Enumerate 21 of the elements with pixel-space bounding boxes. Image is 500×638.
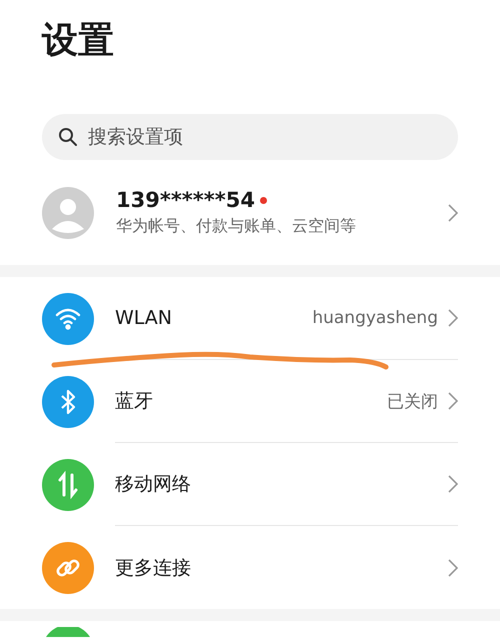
settings-item[interactable]: 移动网络 bbox=[0, 443, 500, 526]
search-field[interactable]: 搜索设置项 bbox=[42, 114, 458, 160]
item-value: 已关闭 bbox=[387, 390, 438, 412]
item-label: WLAN bbox=[115, 307, 174, 329]
page-title: 设置 bbox=[40, 19, 115, 62]
item-label: 更多连接 bbox=[115, 556, 192, 580]
chevron-icon bbox=[448, 204, 458, 222]
chevron-icon bbox=[448, 309, 458, 327]
chevron-icon bbox=[448, 392, 458, 410]
avatar-icon bbox=[42, 186, 94, 238]
chevron-icon bbox=[448, 475, 458, 493]
settings-item[interactable]: 更多连接 bbox=[0, 526, 500, 609]
settings-item[interactable]: 蓝牙 已关闭 bbox=[0, 360, 500, 443]
account-subtitle: 华为帐号、付款与账单、云空间等 bbox=[116, 216, 357, 237]
item-label: 移动网络 bbox=[115, 472, 192, 497]
item-value: huangyasheng bbox=[312, 308, 438, 328]
settings-item[interactable]: WLAN huangyasheng bbox=[0, 277, 500, 360]
account-row[interactable]: 139******54 华为帐号、付款与账单、云空间等 bbox=[0, 160, 500, 265]
chevron-icon bbox=[448, 558, 458, 576]
account-name: 139******54 bbox=[116, 188, 255, 212]
item-label: 蓝牙 bbox=[115, 389, 154, 414]
